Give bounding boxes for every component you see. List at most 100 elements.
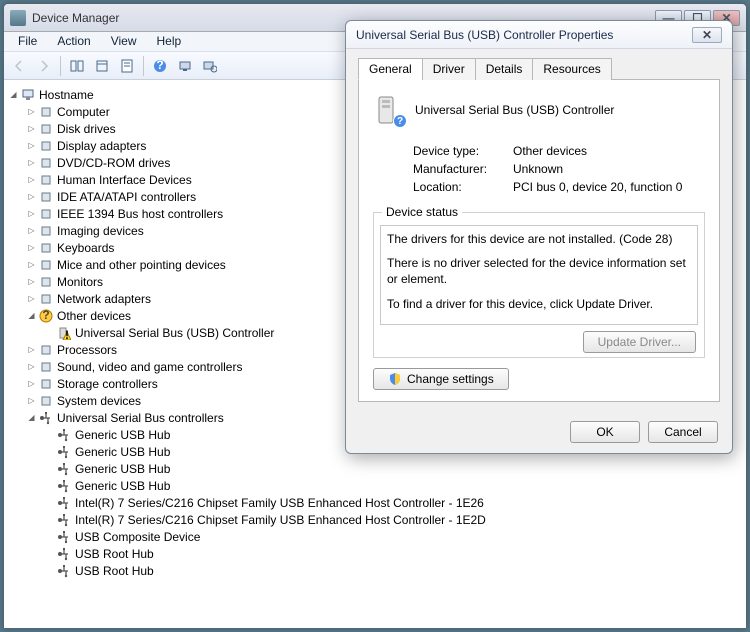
- category-icon: [38, 189, 54, 205]
- expand-icon[interactable]: [26, 225, 37, 236]
- tree-usb-device[interactable]: Generic USB Hub: [8, 477, 742, 494]
- expand-icon[interactable]: [26, 395, 37, 406]
- expand-icon[interactable]: [8, 89, 19, 100]
- dialog-body: General Driver Details Resources ? Unive…: [346, 49, 732, 410]
- expand-icon[interactable]: [26, 140, 37, 151]
- help-icon[interactable]: ?: [149, 55, 171, 77]
- usb-icon: [56, 529, 72, 545]
- device-status-group: Device status The drivers for this devic…: [373, 212, 705, 358]
- device-label: USB Root Hub: [75, 547, 154, 561]
- svg-text:?: ?: [156, 59, 163, 72]
- dialog-footer: OK Cancel: [570, 421, 718, 443]
- expand-icon[interactable]: [26, 293, 37, 304]
- category-icon: [38, 257, 54, 273]
- question-badge-icon: ?: [393, 114, 407, 128]
- tree-usb-device[interactable]: Generic USB Hub: [8, 460, 742, 477]
- expand-icon[interactable]: [26, 344, 37, 355]
- other-devices-icon: ?: [38, 308, 54, 324]
- location-value: PCI bus 0, device 20, function 0: [513, 180, 682, 194]
- category-label: Display adapters: [57, 139, 146, 153]
- svg-text:!: !: [65, 328, 69, 340]
- category-icon: [38, 393, 54, 409]
- menu-help[interactable]: Help: [147, 32, 192, 51]
- usb-icon: [56, 563, 72, 579]
- brackets-icon[interactable]: [91, 55, 113, 77]
- category-icon: [38, 359, 54, 375]
- properties-icon[interactable]: [116, 55, 138, 77]
- expand-icon[interactable]: [26, 361, 37, 372]
- device-status-label: Device status: [382, 205, 462, 219]
- device-label: USB Composite Device: [75, 530, 200, 544]
- usb-icon: [56, 512, 72, 528]
- device-label: USB Root Hub: [75, 564, 154, 578]
- expand-icon[interactable]: [26, 242, 37, 253]
- usb-icon: [56, 478, 72, 494]
- tree-usb-device[interactable]: USB Root Hub: [8, 545, 742, 562]
- expand-icon[interactable]: [26, 123, 37, 134]
- category-icon: [38, 206, 54, 222]
- expand-icon[interactable]: [26, 276, 37, 287]
- change-settings-button[interactable]: Change settings: [373, 368, 509, 390]
- expand-icon[interactable]: [26, 208, 37, 219]
- category-label: Human Interface Devices: [57, 173, 192, 187]
- expand-icon[interactable]: [26, 412, 37, 423]
- usb-icon: [56, 495, 72, 511]
- svg-text:?: ?: [42, 309, 49, 322]
- forward-icon[interactable]: [33, 55, 55, 77]
- cancel-button[interactable]: Cancel: [648, 421, 718, 443]
- separator: [60, 56, 61, 76]
- dialog-close-button[interactable]: ✕: [692, 27, 722, 43]
- usb-icon: [56, 444, 72, 460]
- device-label: Intel(R) 7 Series/C216 Chipset Family US…: [75, 496, 484, 510]
- expand-icon[interactable]: [26, 259, 37, 270]
- tree-usb-device[interactable]: USB Root Hub: [8, 562, 742, 579]
- category-label: System devices: [57, 394, 141, 408]
- separator: [143, 56, 144, 76]
- device-status-text[interactable]: The drivers for this device are not inst…: [380, 225, 698, 325]
- app-icon: [10, 10, 26, 26]
- usb-icon: [56, 427, 72, 443]
- tab-driver[interactable]: Driver: [422, 58, 476, 80]
- category-label: Monitors: [57, 275, 103, 289]
- device-type-label: Device type:: [413, 144, 513, 158]
- back-icon[interactable]: [8, 55, 30, 77]
- tabs: General Driver Details Resources: [358, 57, 720, 80]
- expand-icon[interactable]: [26, 310, 37, 321]
- device-warning-icon: !: [56, 325, 72, 341]
- category-icon: [38, 240, 54, 256]
- tree-usb-device[interactable]: Intel(R) 7 Series/C216 Chipset Family US…: [8, 494, 742, 511]
- tree-usb-device[interactable]: Intel(R) 7 Series/C216 Chipset Family US…: [8, 511, 742, 528]
- computer-icon: [20, 87, 36, 103]
- device-label: Generic USB Hub: [75, 479, 170, 493]
- category-icon: [38, 376, 54, 392]
- update-driver-icon[interactable]: [199, 55, 221, 77]
- menu-action[interactable]: Action: [47, 32, 100, 51]
- menu-view[interactable]: View: [101, 32, 147, 51]
- category-label: Disk drives: [57, 122, 116, 136]
- expand-icon[interactable]: [26, 106, 37, 117]
- tab-details[interactable]: Details: [475, 58, 534, 80]
- usb-icon: [56, 546, 72, 562]
- update-driver-button[interactable]: Update Driver...: [583, 331, 696, 353]
- expand-icon[interactable]: [26, 378, 37, 389]
- ok-button[interactable]: OK: [570, 421, 640, 443]
- scan-hardware-icon[interactable]: [174, 55, 196, 77]
- category-icon: [38, 291, 54, 307]
- tab-general[interactable]: General: [358, 58, 423, 80]
- dialog-titlebar[interactable]: Universal Serial Bus (USB) Controller Pr…: [346, 21, 732, 49]
- expand-icon[interactable]: [26, 174, 37, 185]
- show-hide-tree-icon[interactable]: [66, 55, 88, 77]
- category-icon: [38, 274, 54, 290]
- device-large-icon: ?: [373, 94, 405, 126]
- category-label: Network adapters: [57, 292, 151, 306]
- device-label: Generic USB Hub: [75, 445, 170, 459]
- device-name: Universal Serial Bus (USB) Controller: [415, 103, 614, 117]
- expand-icon[interactable]: [26, 191, 37, 202]
- tree-usb-device[interactable]: USB Composite Device: [8, 528, 742, 545]
- menu-file[interactable]: File: [8, 32, 47, 51]
- device-type-value: Other devices: [513, 144, 587, 158]
- category-icon: [38, 121, 54, 137]
- expand-icon[interactable]: [26, 157, 37, 168]
- tab-resources[interactable]: Resources: [532, 58, 611, 80]
- category-label: DVD/CD-ROM drives: [57, 156, 170, 170]
